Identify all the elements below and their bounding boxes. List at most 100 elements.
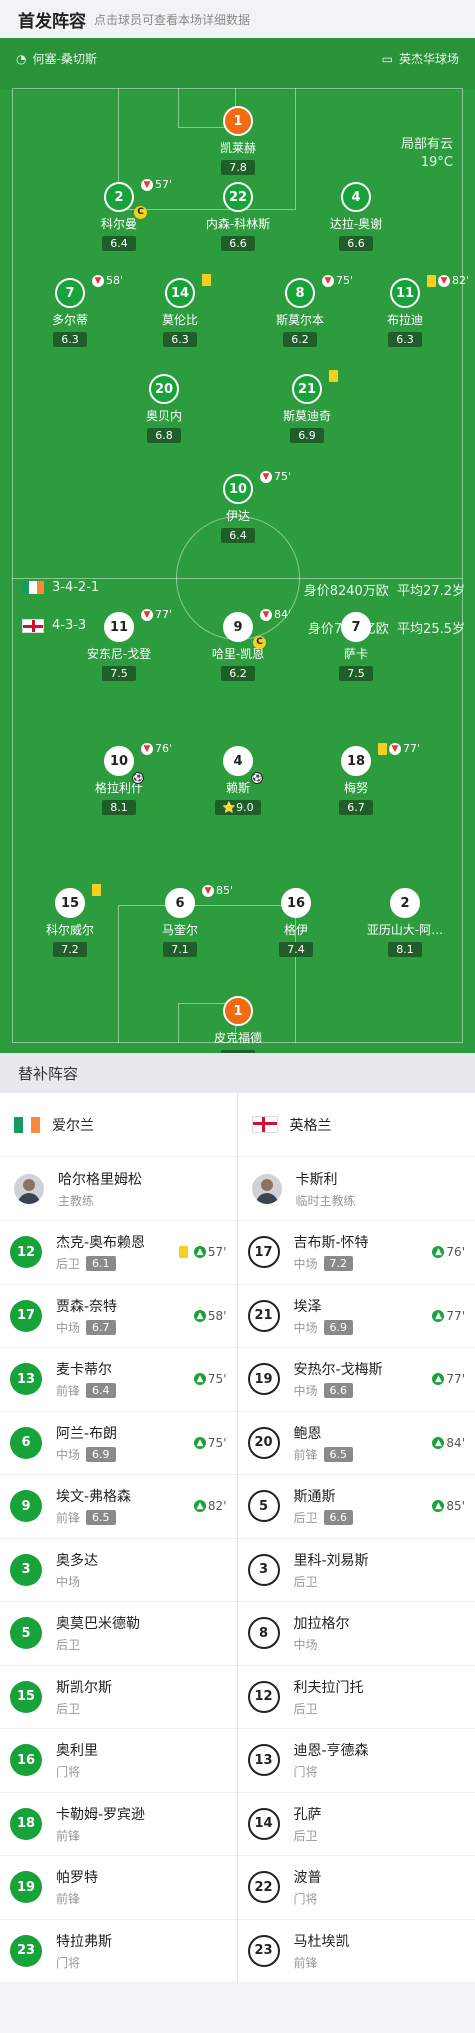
goal-ball-icon: ⚽ [251,772,263,784]
player-number: 21 [248,1300,280,1332]
avatar [252,1174,282,1204]
away-player[interactable]: 9C▼84'哈里-凯恩6.2 [192,612,284,681]
away-player[interactable]: 16格伊7.4 [250,888,342,957]
player-number: 15 [10,1681,42,1713]
player-rating: 6.7 [86,1320,116,1335]
sub-row[interactable]: 15 斯凯尔斯后卫 [0,1666,237,1730]
mvp-star-icon: ⭐ [222,801,236,814]
player-rating: 7.2 [324,1256,354,1271]
home-player[interactable]: 20奥贝内6.8 [118,374,210,443]
away-subs-team: 英格兰 [238,1093,475,1157]
player-name: 奥利里 [56,1740,227,1760]
away-player[interactable]: 6▼85'马奎尔7.1 [134,888,226,957]
rating-value: 7.5 [347,667,365,680]
sub-row[interactable]: 21埃泽中场6.9▲77' [238,1285,475,1349]
sub-row[interactable]: 12利夫拉门托后卫 [238,1666,475,1730]
player-name: 埃泽 [294,1296,433,1316]
sub-row[interactable]: 18 卡勒姆-罗宾逊前锋 [0,1793,237,1857]
away-player[interactable]: 11▼77'安东尼-戈登7.5 [73,612,165,681]
away-player[interactable]: 2亚历山大-阿…8.1 [359,888,451,957]
away-player[interactable]: 18▼77'梅努6.7 [310,746,402,815]
home-player[interactable]: 8▼75'斯莫尔本6.2 [254,278,346,347]
sub-time: 77' [155,608,172,621]
home-player[interactable]: 1凯莱赫7.8 [192,106,284,175]
player-number: 11 [104,612,134,642]
home-player[interactable]: 7▼58'多尔蒂6.3 [24,278,116,347]
sub-row[interactable]: 3奥多达中场 [0,1539,237,1603]
home-coach[interactable]: 哈尔格里姆松 主教练 [0,1157,237,1221]
home-value: 身价8240万欧 [304,584,389,599]
player-name: 奥多达 [56,1550,227,1570]
player-name: 奥贝内 [118,407,210,424]
player-meta: 中场6.6 [294,1382,433,1399]
sub-row[interactable]: 3里科-刘易斯后卫 [238,1539,475,1603]
sub-row[interactable]: 13迪恩-亨德森门将 [238,1729,475,1793]
home-player[interactable]: 2C▼57'科尔曼6.4 [73,182,165,251]
away-coach[interactable]: 卡斯利 临时主教练 [238,1157,475,1221]
away-player[interactable]: 1皮克福德7.0 [192,996,284,1053]
player-meta: 前锋6.5 [294,1446,433,1463]
home-player[interactable]: 14莫伦比6.3 [134,278,226,347]
player-info: 卡勒姆-罗宾逊前锋 [56,1804,227,1844]
sub-row[interactable]: 20鲍恩前锋6.5▲84' [238,1412,475,1476]
sub-row[interactable]: 17吉布斯-怀特中场7.2▲76' [238,1221,475,1285]
home-team-info: 3-4-2-1 [22,580,99,595]
player-position: 中场 [56,1319,80,1336]
sub-row[interactable]: 23特拉弗斯门将 [0,1920,237,1984]
sub-row[interactable]: 5奥莫巴米德勒后卫 [0,1602,237,1666]
player-name: 哈里-凯恩 [192,645,284,662]
sub-row[interactable]: 22波普门将 [238,1856,475,1920]
england-flag-icon [22,619,44,633]
away-player[interactable]: 7萨卡7.5 [310,612,402,681]
player-number: 18 [10,1808,42,1840]
away-player[interactable]: 15科尔威尔7.2 [24,888,116,957]
sub-row[interactable]: 13麦卡蒂尔前锋6.4▲75' [0,1348,237,1412]
sub-row[interactable]: 12杰克-奥布赖恩后卫6.1▲57' [0,1221,237,1285]
sub-time: 82' [208,1499,227,1513]
sub-row[interactable]: 16奥利里门将 [0,1729,237,1793]
player-info: 斯通斯后卫6.6 [294,1486,433,1526]
home-player[interactable]: 10▼75'伊达6.4 [192,474,284,543]
rating-value: 6.4 [229,529,247,542]
rating-value: 6.2 [229,667,247,680]
player-info: 里科-刘易斯后卫 [294,1550,466,1590]
sub-row[interactable]: 6阿兰-布朗中场6.9▲75' [0,1412,237,1476]
away-player[interactable]: 4⚽赖斯⭐9.0 [192,746,284,815]
player-meta: 后卫6.6 [294,1509,433,1526]
player-rating: 6.3 [53,332,87,347]
home-player[interactable]: 4达拉-奥谢6.6 [310,182,402,251]
sub-row[interactable]: 9埃文-弗格森前锋6.5▲82' [0,1475,237,1539]
sub-row[interactable]: 8加拉格尔中场 [238,1602,475,1666]
sub-time: 57' [208,1245,227,1259]
sub-row[interactable]: 23马杜埃凯前锋 [238,1920,475,1984]
temperature: 19°C [401,154,453,172]
player-meta: 门将 [56,1954,227,1971]
home-player[interactable]: 21斯莫迪奇6.9 [261,374,353,443]
rating-value: 8.1 [396,943,414,956]
player-name: 格伊 [250,921,342,938]
player-number: 1 [223,106,253,136]
player-info: 斯凯尔斯后卫 [56,1677,227,1717]
pitch: ◔ 何塞-桑切斯 ▭ 英杰华球场 局部有云 19°C 3-4-2-1 身价824… [0,38,475,1053]
player-name: 里科-刘易斯 [294,1550,466,1570]
player-name: 亚历山大-阿… [359,921,451,938]
home-player[interactable]: 22内森-科林斯6.6 [192,182,284,251]
player-rating: 7.5 [339,666,373,681]
sub-row[interactable]: 19安热尔-戈梅斯中场6.6▲77' [238,1348,475,1412]
sub-row[interactable]: 5斯通斯后卫6.6▲85' [238,1475,475,1539]
player-name: 格拉利什 [73,779,165,796]
player-info: 迪恩-亨德森门将 [294,1740,466,1780]
away-player[interactable]: 10⚽▼76'格拉利什8.1 [73,746,165,815]
sub-time: 77' [446,1309,465,1323]
player-number: 17 [248,1236,280,1268]
home-player[interactable]: 11▼82'布拉迪6.3 [359,278,451,347]
goal-ball-icon: ⚽ [132,772,144,784]
sub-row[interactable]: 14孔萨后卫 [238,1793,475,1857]
player-number: 5 [10,1617,42,1649]
page-subtitle: 点击球员可查看本场详细数据 [94,11,250,28]
sub-time: 75' [208,1372,227,1386]
player-meta: 前锋6.5 [56,1509,194,1526]
sub-row[interactable]: 17贾森-奈特中场6.7▲58' [0,1285,237,1349]
sub-row[interactable]: 19帕罗特前锋 [0,1856,237,1920]
player-events: ▼82' [427,274,469,287]
